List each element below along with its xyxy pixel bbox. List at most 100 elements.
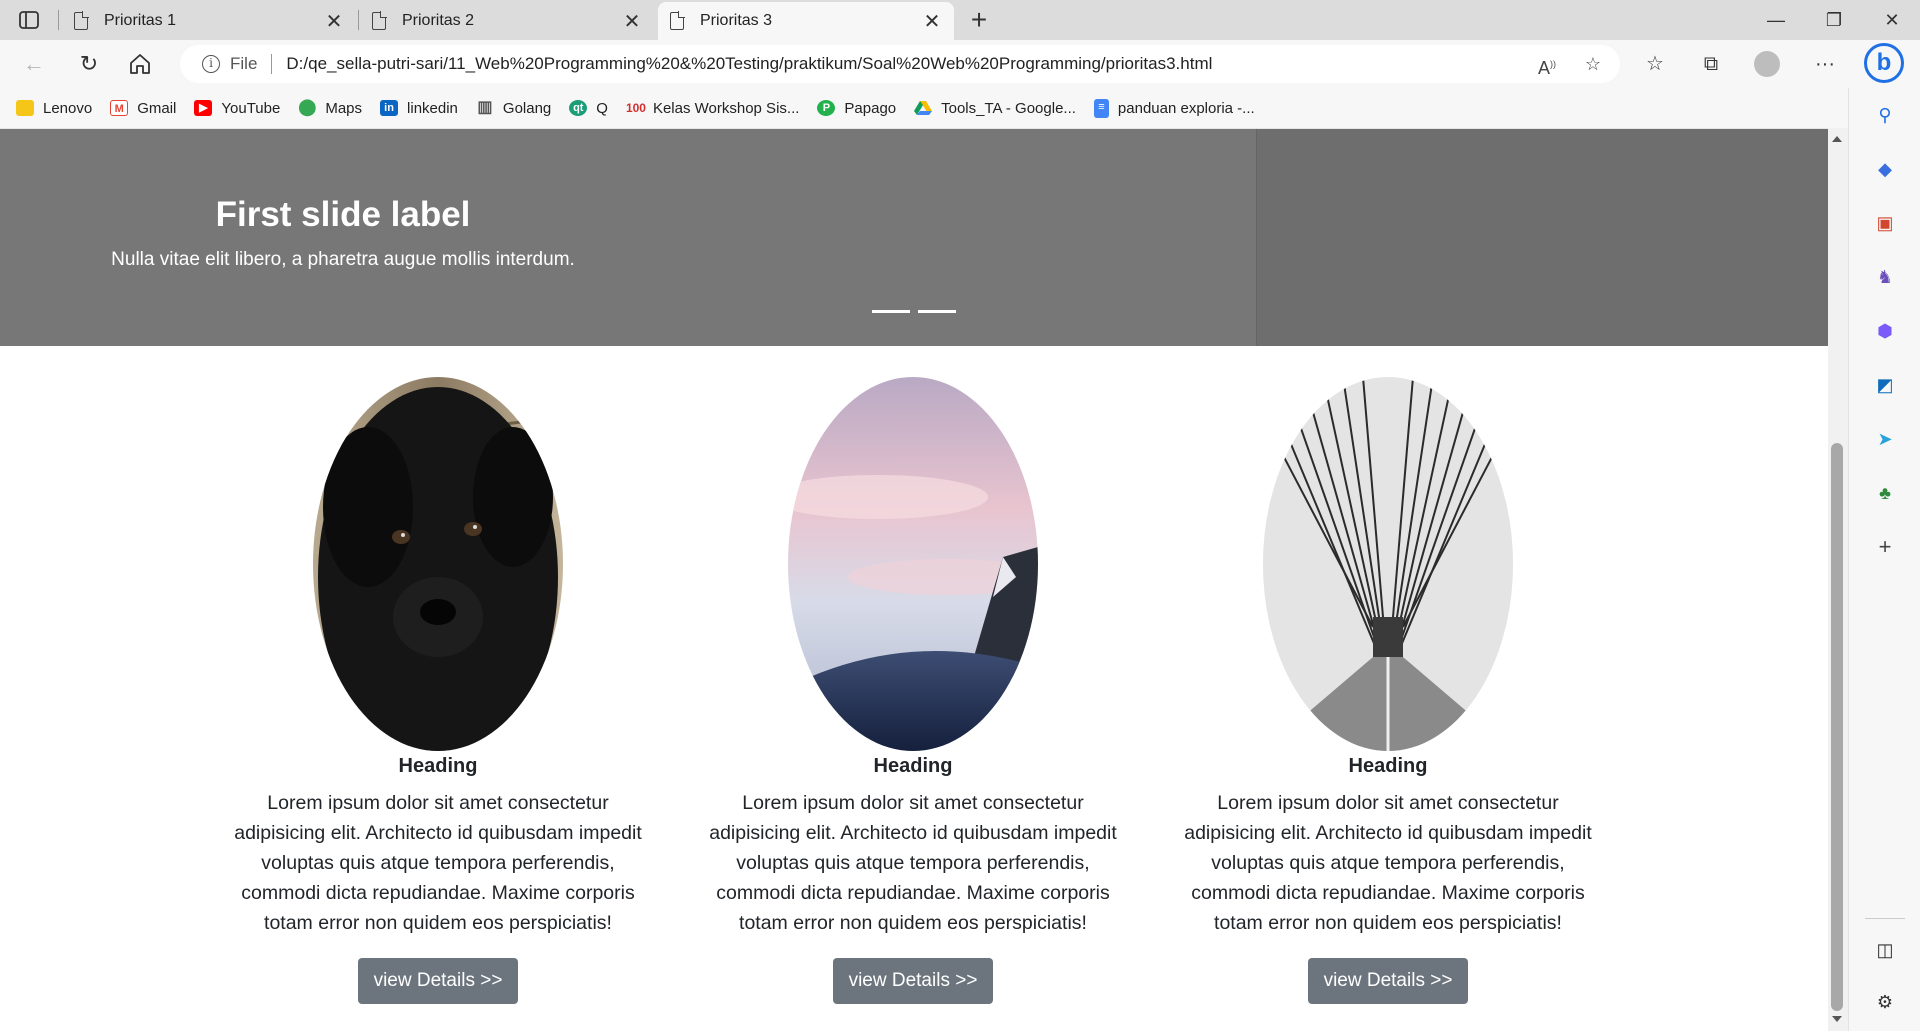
favorites-icon[interactable]: ☆ (1638, 48, 1672, 80)
card-heading: Heading (873, 755, 953, 777)
page-scrollbar[interactable] (1828, 128, 1848, 1031)
url-text[interactable]: D:/qe_sella-putri-sari/11_Web%20Programm… (286, 54, 1212, 74)
tab-actions-icon[interactable] (18, 9, 40, 31)
card-image-bridge (1263, 377, 1513, 751)
card-text: Lorem ipsum dolor sit amet consectetur a… (1184, 792, 1592, 934)
youtube-icon: ▶ (194, 100, 213, 116)
sidebar-divider (1865, 918, 1905, 919)
bing-copilot-icon[interactable]: b (1864, 43, 1904, 83)
refresh-icon[interactable]: ↻ (73, 48, 105, 80)
bookmark-papago[interactable]: P Papago (817, 100, 896, 117)
page-icon (372, 11, 387, 30)
bookmark-label: YouTube (221, 99, 281, 117)
card-text: Lorem ipsum dolor sit amet consectetur a… (709, 792, 1117, 934)
tab-separator (358, 10, 359, 30)
telegram-send-icon[interactable]: ➤ (1873, 427, 1897, 451)
profile-avatar[interactable] (1754, 51, 1780, 77)
tab-prioritas-2[interactable]: Prioritas 2 ✕ (360, 2, 654, 40)
bookmark-maps[interactable]: ⬤ Maps (298, 100, 362, 117)
drive-icon (914, 101, 933, 115)
view-details-button[interactable]: view Details >> (832, 958, 994, 1004)
qt-icon: qt (569, 100, 588, 116)
window-close-icon[interactable]: ✕ (1872, 6, 1912, 34)
microsoft-365-icon[interactable]: ⬢ (1873, 319, 1897, 343)
add-sidebar-app-icon[interactable]: + (1873, 535, 1897, 559)
bookmark-q[interactable]: qt Q (569, 100, 608, 117)
tools-briefcase-icon[interactable]: ▣ (1873, 211, 1897, 235)
card-heading: Heading (398, 755, 478, 777)
tab-title: Prioritas 3 (700, 12, 773, 29)
bookmark-label: Kelas Workshop Sis... (652, 99, 800, 117)
docs-icon: ≡ (1093, 98, 1109, 118)
bookmark-golang[interactable]: ▥ Golang (476, 100, 551, 117)
shopping-tag-icon[interactable]: ◆ (1873, 157, 1897, 181)
bookmark-youtube[interactable]: ▶ YouTube (194, 100, 280, 117)
book-icon: ▥ (477, 99, 493, 116)
add-favorite-icon[interactable]: ☆ (1578, 49, 1608, 79)
outlook-icon[interactable]: ◩ (1873, 373, 1897, 397)
maps-icon: ⬤ (298, 99, 317, 116)
tab-strip: Prioritas 1 ✕ Prioritas 2 ✕ Prioritas 3 … (0, 0, 1920, 40)
scheme-label: File (230, 54, 258, 73)
close-icon[interactable]: ✕ (324, 9, 344, 34)
bookmark-label: Golang (502, 99, 552, 117)
view-details-button[interactable]: view Details >> (1307, 958, 1469, 1004)
slide-caption: Nulla vitae elit libero, a pharetra augu… (111, 249, 575, 270)
scroll-up-arrow-icon[interactable] (1832, 136, 1842, 142)
carousel-indicator[interactable] (872, 310, 910, 313)
bookmark-linkedin[interactable]: in linkedin (380, 100, 458, 117)
view-details-button[interactable]: view Details >> (357, 958, 519, 1004)
scroll-thumb[interactable] (1831, 443, 1843, 1011)
address-bar[interactable]: i File D:/qe_sella-putri-sari/11_Web%20P… (180, 45, 1620, 83)
feature-card: Heading Lorem ipsum dolor sit amet conse… (222, 377, 654, 1004)
scroll-down-arrow-icon[interactable] (1832, 1016, 1842, 1022)
bookmark-label: Lenovo (43, 99, 93, 117)
bookmark-label: Gmail (137, 99, 177, 117)
card-text: Lorem ipsum dolor sit amet consectetur a… (234, 792, 642, 934)
page-viewport: First slide label Nulla vitae elit liber… (0, 128, 1828, 1031)
new-tab-plus-icon[interactable]: + (964, 5, 994, 35)
bookmark-label: linkedin (407, 99, 458, 117)
back-arrow-icon[interactable]: ← (18, 48, 50, 80)
feature-card: Heading Lorem ipsum dolor sit amet conse… (697, 377, 1129, 1004)
tab-title: Prioritas 1 (104, 12, 177, 29)
restore-icon[interactable]: ❐ (1814, 6, 1854, 34)
close-icon[interactable]: ✕ (622, 9, 642, 34)
bookmark-gmail[interactable]: M Gmail (110, 100, 176, 117)
bookmark-kelas-workshop[interactable]: 100 Kelas Workshop Sis... (626, 100, 799, 117)
close-icon[interactable]: ✕ (922, 9, 942, 34)
hide-sidebar-icon[interactable]: ◫ (1873, 938, 1897, 962)
carousel-next-slide[interactable] (1256, 129, 1828, 346)
tab-separator (58, 10, 59, 30)
carousel-indicator[interactable] (918, 310, 956, 313)
card-image-puppy (313, 377, 563, 751)
page-icon (74, 11, 89, 30)
folder-icon (16, 100, 34, 116)
settings-gear-icon[interactable]: ⚙ (1873, 990, 1897, 1014)
carousel[interactable]: First slide label Nulla vitae elit liber… (0, 129, 1828, 346)
tab-title: Prioritas 2 (402, 12, 475, 29)
linkedin-icon: in (380, 100, 399, 116)
collections-icon[interactable]: ⧉ (1694, 48, 1728, 80)
home-icon[interactable] (128, 52, 152, 76)
bookmark-panduan-exploria[interactable]: ≡ panduan exploria -... (1093, 98, 1255, 118)
more-options-icon[interactable]: ··· (1808, 48, 1842, 80)
hundred-icon: 100 (625, 101, 646, 115)
browser-toolbar: ← ↻ i File D:/qe_sella-putri-sari/11_Web… (0, 40, 1920, 88)
bookmark-lenovo[interactable]: Lenovo (16, 100, 92, 117)
feature-card: Heading Lorem ipsum dolor sit amet conse… (1172, 377, 1604, 1004)
bookmark-label: Tools_TA - Google... (941, 99, 1076, 117)
search-icon[interactable]: ⚲ (1873, 103, 1897, 127)
read-aloud-icon[interactable]: A)) (1532, 49, 1562, 79)
bookmark-tools-ta[interactable]: Tools_TA - Google... (914, 100, 1076, 117)
info-icon[interactable]: i (202, 55, 220, 73)
tab-prioritas-3[interactable]: Prioritas 3 ✕ (658, 2, 954, 40)
games-chess-icon[interactable]: ♞ (1873, 265, 1897, 289)
slide-title: First slide label (215, 195, 471, 234)
minimize-icon[interactable]: — (1756, 6, 1796, 34)
gmail-icon: M (110, 100, 129, 116)
tree-icon[interactable]: ♣ (1873, 481, 1897, 505)
tab-prioritas-1[interactable]: Prioritas 1 ✕ (62, 2, 356, 40)
bookmark-label: panduan exploria -... (1117, 99, 1255, 117)
papago-icon: P (817, 100, 836, 116)
